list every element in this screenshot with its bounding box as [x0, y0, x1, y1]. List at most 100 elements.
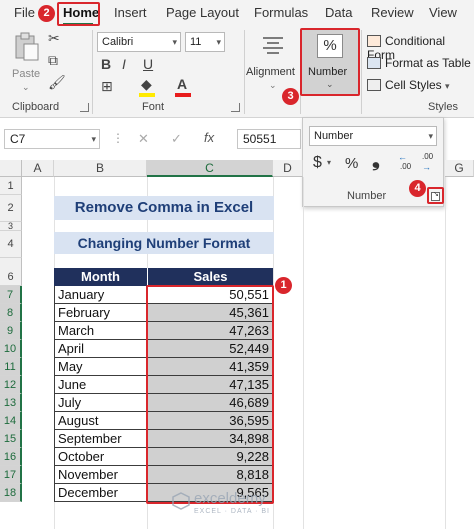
row-header[interactable]: 1 [0, 177, 22, 195]
font-launcher-icon[interactable] [231, 103, 240, 112]
increase-decimal-button[interactable]: ← .00 [398, 152, 416, 174]
chevron-down-icon: ▾ [172, 37, 177, 47]
italic-button[interactable]: I [122, 56, 126, 72]
cell-styles-button[interactable]: Cell Styles ▾ [367, 78, 450, 92]
row-header[interactable]: 17 [0, 466, 22, 484]
font-size-select[interactable]: 11 ▾ [185, 32, 225, 52]
tab-view[interactable]: View [429, 5, 457, 20]
exceldemy-watermark: exceldemy EXCEL · DATA · BI [172, 488, 362, 520]
row-header[interactable]: 15 [0, 430, 22, 448]
row-header[interactable]: 6 [0, 268, 22, 286]
copy-icon[interactable]: ⧉ [48, 52, 58, 69]
number-format-select[interactable]: Number ▾ [309, 126, 437, 146]
row-header[interactable]: 9 [0, 322, 22, 340]
decrease-decimal-button[interactable]: .00 → [420, 152, 438, 174]
select-all-corner[interactable] [0, 160, 22, 177]
font-size-value: 11 [190, 36, 202, 48]
row-header[interactable]: 3 [0, 222, 22, 231]
underline-button[interactable]: U [143, 56, 153, 72]
column-header-d[interactable]: D [273, 160, 303, 177]
tab-page-layout[interactable]: Page Layout [166, 5, 239, 20]
month-header-cell[interactable]: Month [54, 268, 147, 286]
insert-function-icon[interactable]: fx [204, 130, 214, 145]
row-header[interactable]: 2 [0, 195, 22, 222]
percent-style-button[interactable]: % [345, 155, 358, 172]
month-cell[interactable]: May [54, 358, 147, 376]
increase-decimal-label: .00 [400, 162, 412, 171]
month-cell[interactable]: March [54, 322, 147, 340]
format-painter-icon[interactable]: 🖌 [48, 74, 66, 91]
month-cell[interactable]: August [54, 412, 147, 430]
chevron-down-icon: ▾ [91, 134, 96, 144]
fill-color-swatch [139, 93, 155, 97]
format-as-table-button[interactable]: Format as Table [367, 56, 471, 70]
chevron-down-icon: ▾ [428, 131, 433, 141]
chevron-down-icon: ⌄ [22, 82, 30, 92]
font-name-value: Calibri [102, 36, 134, 48]
font-color-icon[interactable]: A [177, 76, 187, 92]
comma-style-button[interactable]: ❟ [372, 149, 380, 172]
paste-icon [15, 32, 39, 61]
fill-color-icon[interactable]: ◆ [141, 76, 152, 93]
paste-button[interactable]: Paste ⌄ [8, 30, 44, 96]
row-header[interactable]: 4 [0, 231, 22, 258]
callout-badge-2: 2 [38, 5, 55, 22]
alignment-button[interactable]: Alignment ⌄ [246, 30, 299, 96]
row-header[interactable]: 11 [0, 358, 22, 376]
font-name-select[interactable]: Calibri ▾ [97, 32, 181, 52]
borders-icon[interactable]: ⊞ [101, 78, 113, 95]
ribbon: Paste ⌄ ✂ ⧉ 🖌 Clipboard Calibri ▾ 11 ▾ B… [0, 26, 474, 118]
watermark-brand: exceldemy [194, 490, 266, 507]
tab-formulas[interactable]: Formulas [254, 5, 308, 20]
month-cell[interactable]: July [54, 394, 147, 412]
alignment-label: Alignment [246, 66, 295, 78]
month-cell[interactable]: November [54, 466, 147, 484]
row-header[interactable]: 8 [0, 304, 22, 322]
row-header[interactable]: 14 [0, 412, 22, 430]
month-cell[interactable]: February [54, 304, 147, 322]
month-cell[interactable]: June [54, 376, 147, 394]
month-cell[interactable]: December [54, 484, 147, 502]
gridline [303, 177, 304, 529]
exceldemy-logo-icon [172, 492, 190, 510]
clipboard-launcher-icon[interactable] [80, 103, 89, 112]
month-cell[interactable]: January [54, 286, 147, 304]
tab-review[interactable]: Review [371, 5, 414, 20]
chevron-down-icon: ▾ [445, 81, 450, 91]
row-header[interactable]: 13 [0, 394, 22, 412]
arrow-left-icon: ← [398, 152, 407, 162]
currency-button[interactable]: $ [313, 154, 322, 172]
enter-icon[interactable]: ✓ [171, 131, 182, 147]
styles-group-label: Styles [428, 101, 458, 113]
column-header-b[interactable]: B [54, 160, 147, 177]
column-header-a[interactable]: A [22, 160, 54, 177]
tab-file[interactable]: File [14, 5, 35, 20]
month-cell[interactable]: October [54, 448, 147, 466]
column-header-c[interactable]: C [147, 160, 273, 177]
column-header-g[interactable]: G [445, 160, 474, 177]
sheet-title-cell[interactable]: Remove Comma in Excel [54, 196, 274, 220]
tab-insert[interactable]: Insert [114, 5, 147, 20]
sheet-subtitle-cell[interactable]: Changing Number Format [54, 232, 274, 254]
group-divider [92, 30, 93, 114]
font-group-label: Font [142, 101, 165, 113]
row-header[interactable]: 10 [0, 340, 22, 358]
sales-header-cell[interactable]: Sales [147, 268, 273, 286]
gridline [445, 177, 446, 529]
formula-input[interactable]: 50551 [237, 129, 301, 149]
row-header[interactable]: 7 [0, 286, 22, 304]
cell-styles-icon [367, 79, 381, 91]
formula-bar-grip-icon: ⋮ [112, 131, 124, 145]
month-cell[interactable]: September [54, 430, 147, 448]
row-header[interactable]: 16 [0, 448, 22, 466]
cut-icon[interactable]: ✂ [48, 30, 60, 47]
callout-badge-1: 1 [275, 277, 292, 294]
tab-data[interactable]: Data [325, 5, 352, 20]
bold-button[interactable]: B [101, 56, 111, 72]
row-header[interactable]: 12 [0, 376, 22, 394]
row-header[interactable]: 18 [0, 484, 22, 502]
month-cell[interactable]: April [54, 340, 147, 358]
name-box[interactable]: C7 ▾ [4, 129, 100, 149]
chevron-down-icon: ⌄ [269, 80, 277, 90]
cancel-icon[interactable]: ✕ [138, 131, 149, 147]
